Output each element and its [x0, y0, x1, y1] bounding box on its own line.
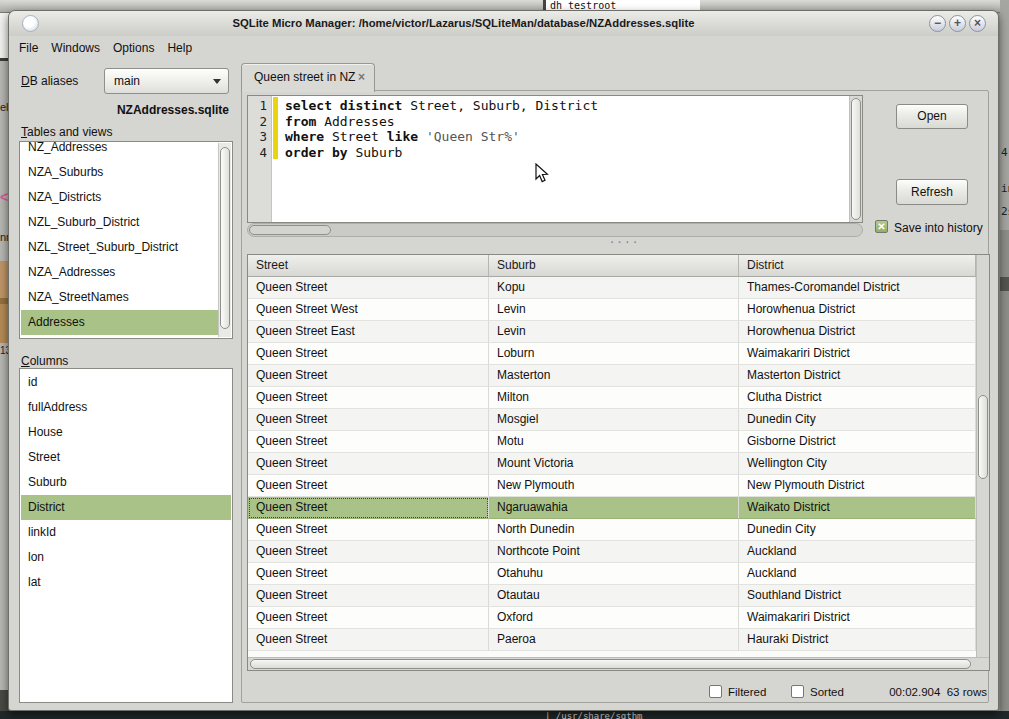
- table-row[interactable]: Queen StreetOtautauSouthland District: [248, 585, 976, 607]
- title-bar[interactable]: SQLite Micro Manager: /home/victor/Lazar…: [9, 11, 998, 36]
- menu-options[interactable]: Options: [113, 41, 154, 55]
- maximize-button[interactable]: +: [949, 15, 966, 32]
- background-right-strip: 4 in 2s: [1000, 0, 1009, 719]
- tables-label: Tables and views: [21, 125, 112, 139]
- app-icon: [22, 15, 39, 32]
- table-row[interactable]: Queen Street EastLevinHorowhenua Distric…: [248, 321, 976, 343]
- table-row[interactable]: Queen StreetNorth DunedinDunedin City: [248, 519, 976, 541]
- save-into-history-label: Save into history: [894, 221, 983, 235]
- column-header-district[interactable]: District: [739, 255, 976, 277]
- table-row[interactable]: Queen StreetMount VictoriaWellington Cit…: [248, 453, 976, 475]
- save-into-history-checkbox[interactable]: ✕: [875, 220, 888, 233]
- table-row[interactable]: Queen StreetOtahuhuAuckland: [248, 563, 976, 585]
- splitter-handle[interactable]: ····: [605, 233, 645, 249]
- list-item[interactable]: NZA_Addresses: [21, 260, 218, 285]
- list-item[interactable]: NZA_Suburbs: [21, 160, 218, 185]
- line-number-gutter: 1234: [248, 96, 272, 222]
- table-row[interactable]: Queen StreetMiltonClutha District: [248, 387, 976, 409]
- sorted-label: Sorted: [810, 686, 844, 698]
- table-row[interactable]: Queen Street WestLevinHorowhenua Distric…: [248, 299, 976, 321]
- list-item[interactable]: lon: [21, 545, 231, 570]
- sql-editor[interactable]: 1234 select distinct Street, Suburb, Dis…: [247, 95, 863, 223]
- menu-windows[interactable]: Windows: [51, 41, 100, 55]
- editor-vscrollbar[interactable]: [849, 96, 862, 222]
- table-row[interactable]: Queen StreetMastertonMasterton District: [248, 365, 976, 387]
- table-row[interactable]: Queen StreetNew PlymouthNew Plymouth Dis…: [248, 475, 976, 497]
- list-item[interactable]: lat: [21, 570, 231, 595]
- list-item[interactable]: linkId: [21, 520, 231, 545]
- refresh-button[interactable]: Refresh: [896, 179, 968, 205]
- list-item[interactable]: fullAddress: [21, 395, 231, 420]
- table-row[interactable]: Queen StreetLoburnWaimakariri District: [248, 343, 976, 365]
- list-item[interactable]: NZ_Addresses: [21, 141, 218, 160]
- table-row[interactable]: Queen StreetPaeroaHauraki District: [248, 629, 976, 651]
- filtered-label: Filtered: [728, 686, 766, 698]
- list-item[interactable]: Street: [21, 445, 231, 470]
- table-row[interactable]: Queen StreetKopuThames-Coromandel Distri…: [248, 277, 976, 299]
- table-row[interactable]: Queen StreetMosgielDunedin City: [248, 409, 976, 431]
- tab-queen-street-in-nz[interactable]: Queen street in NZ ×: [241, 63, 375, 92]
- filtered-checkbox[interactable]: [709, 685, 722, 698]
- chevron-down-icon: [213, 79, 221, 84]
- table-row[interactable]: Queen StreetNgaruawahiaWaikato District: [248, 497, 976, 519]
- window-title: SQLite Micro Manager: /home/victor/Lazar…: [49, 11, 878, 36]
- list-item[interactable]: NZA_Districts: [21, 185, 218, 210]
- table-hscrollbar[interactable]: [248, 657, 989, 670]
- sql-code[interactable]: select distinct Street, Suburb, District…: [278, 96, 848, 222]
- list-item[interactable]: House: [21, 420, 231, 445]
- table-row[interactable]: Queen StreetOxfordWaimakariri District: [248, 607, 976, 629]
- columns-label: Columns: [21, 354, 68, 368]
- list-item[interactable]: District: [21, 495, 231, 520]
- columns-list: idfullAddressHouseStreetSuburbDistrictli…: [19, 368, 233, 703]
- db-file-name: NZAddresses.sqlite: [19, 103, 229, 117]
- table-vscrollbar[interactable]: [976, 255, 989, 657]
- menu-file[interactable]: File: [19, 41, 38, 55]
- table-row[interactable]: Queen StreetMotuGisborne District: [248, 431, 976, 453]
- db-alias-select[interactable]: main: [104, 68, 229, 94]
- list-item[interactable]: NZL_Suburb_District: [21, 210, 218, 235]
- open-button[interactable]: Open: [896, 104, 968, 129]
- menu-bar: File Windows Options Help: [19, 41, 192, 55]
- list-item[interactable]: id: [21, 370, 231, 395]
- background-bottom-strip: | /usr/share/sqthm -.-.-.-.-.-: [0, 711, 1009, 719]
- tables-scrollbar[interactable]: [218, 143, 231, 337]
- column-header-suburb[interactable]: Suburb: [489, 255, 739, 277]
- minimize-button[interactable]: −: [929, 15, 946, 32]
- list-item[interactable]: NZA_StreetNames: [21, 285, 218, 310]
- menu-help[interactable]: Help: [167, 41, 192, 55]
- list-item[interactable]: Addresses: [21, 310, 218, 335]
- status-time: 00:02.904 63 rows: [889, 686, 987, 698]
- column-header-street[interactable]: Street: [248, 255, 489, 277]
- tables-list: NZ_AddressesNZA_SuburbsNZA_DistrictsNZL_…: [19, 141, 233, 339]
- db-alias-value: main: [114, 74, 140, 88]
- app-window: SQLite Micro Manager: /home/victor/Lazar…: [8, 10, 999, 711]
- results-header: StreetSuburbDistrict: [248, 255, 976, 277]
- editor-hscrollbar[interactable]: [247, 223, 863, 237]
- list-item[interactable]: NZL_Street_Suburb_District: [21, 235, 218, 260]
- tab-close-icon[interactable]: ×: [358, 64, 365, 91]
- db-aliases-label: DB aliases: [21, 74, 78, 88]
- sorted-checkbox[interactable]: [791, 685, 804, 698]
- mouse-cursor: [534, 163, 554, 185]
- close-button[interactable]: ×: [969, 15, 986, 32]
- results-table: StreetSuburbDistrict Queen StreetKopuTha…: [247, 254, 990, 671]
- list-item[interactable]: Suburb: [21, 470, 231, 495]
- table-row[interactable]: Queen StreetNorthcote PointAuckland: [248, 541, 976, 563]
